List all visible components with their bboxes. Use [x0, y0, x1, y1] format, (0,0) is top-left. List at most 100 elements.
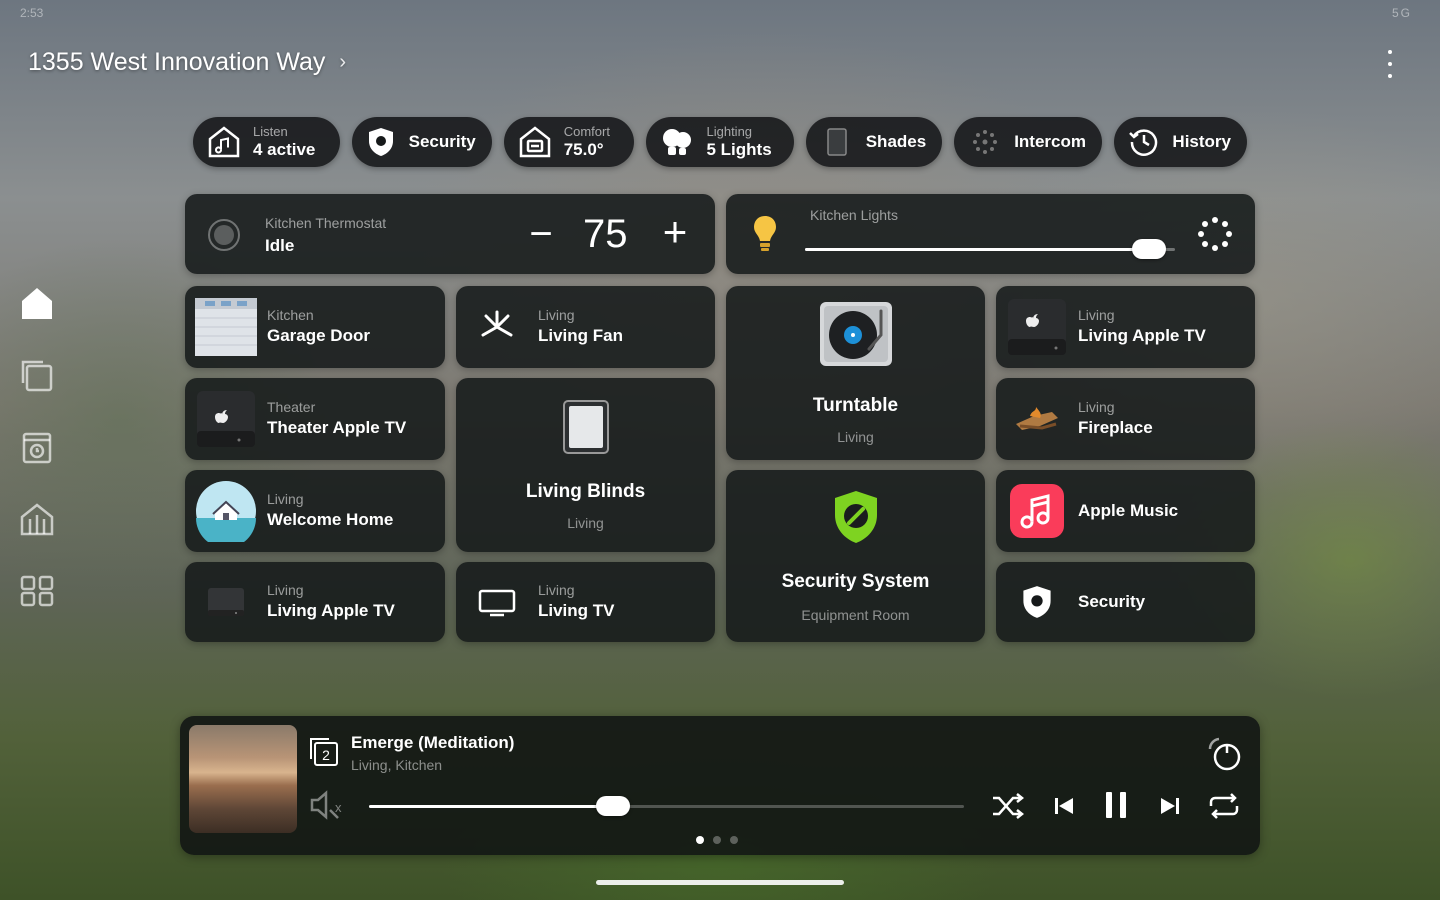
living-apple-tv-1-name: Living Apple TV [1078, 325, 1206, 345]
living-fan-tile[interactable]: Living Living Fan [456, 286, 715, 368]
turntable-room: Living [837, 429, 874, 445]
security-shield-icon [834, 491, 877, 543]
thermostat-name: Kitchen Thermostat [265, 215, 387, 231]
living-blinds-name: Living Blinds [525, 481, 646, 502]
home-icon [22, 288, 52, 319]
shuffle-icon [993, 793, 1025, 819]
temp-decrease-button[interactable]: − [521, 212, 561, 256]
speaker-group-icon: 2 [310, 738, 338, 766]
kitchen-lights-slider-handle[interactable] [1132, 239, 1167, 259]
next-track-button[interactable] [1152, 788, 1188, 824]
fireplace-tile[interactable]: Living Fireplace [996, 378, 1255, 460]
shield-icon [1006, 571, 1068, 633]
nav-schedule[interactable] [18, 428, 56, 466]
blinds-icon [562, 400, 609, 454]
pill-security[interactable]: Security [351, 117, 492, 167]
pill-comfort-value: 75.0° [563, 139, 604, 159]
garage-door-tile[interactable]: Kitchen Garage Door [185, 286, 445, 368]
status-network: 5G [1391, 6, 1412, 20]
previous-track-button[interactable] [1046, 788, 1082, 824]
home-indicator[interactable] [596, 880, 844, 885]
pill-history[interactable]: History [1114, 117, 1247, 167]
living-apple-tv-1-tile[interactable]: Living Living Apple TV [996, 286, 1255, 368]
kitchen-lights-name: Kitchen Lights [810, 207, 898, 223]
living-blinds-tile[interactable]: Living Blinds Living [456, 378, 715, 552]
tv-icon [466, 571, 528, 633]
pill-shades-label: Shades [865, 132, 927, 151]
nav-buildings[interactable] [18, 500, 56, 538]
pill-comfort[interactable]: Comfort 75.0° [503, 117, 635, 167]
pill-listen-label: Listen [253, 124, 288, 139]
fireplace-name: Fireplace [1078, 417, 1153, 437]
pause-button[interactable] [1096, 784, 1136, 826]
security-name: Security [1078, 591, 1146, 611]
side-nav [18, 284, 56, 610]
shuffle-button[interactable] [988, 788, 1028, 824]
grid-icon [20, 575, 54, 607]
garage-door-icon [195, 296, 257, 358]
status-time: 2:53 [20, 6, 44, 20]
pill-listen[interactable]: Listen 4 active [193, 117, 340, 167]
nav-rooms[interactable] [18, 356, 56, 394]
power-button[interactable] [1204, 734, 1244, 774]
repeat-button[interactable] [1204, 788, 1244, 824]
kitchen-lights-slider-fill [805, 248, 1150, 251]
thermostat-icon [518, 125, 552, 159]
more-options-icon[interactable] [1384, 50, 1396, 78]
living-apple-tv-2-room: Living [267, 582, 304, 599]
garage-door-room: Kitchen [267, 307, 314, 324]
volume-slider[interactable] [369, 796, 964, 816]
intercom-icon [968, 125, 1002, 159]
fireplace-room: Living [1078, 399, 1115, 416]
pager-dot[interactable] [713, 836, 721, 844]
kitchen-lights-slider[interactable] [805, 239, 1175, 259]
shield-icon [366, 125, 397, 159]
living-fan-room: Living [538, 307, 575, 324]
nav-home[interactable] [18, 284, 56, 322]
security-system-tile[interactable]: Security System Equipment Room [726, 470, 985, 642]
pager-dot[interactable] [696, 836, 704, 844]
theater-apple-tv-room: Theater [267, 399, 316, 416]
volume-slider-handle[interactable] [595, 796, 630, 816]
now-playing-bar[interactable]: 2 Emerge (Meditation) Living, Kitchen x [180, 716, 1260, 855]
security-tile[interactable]: Security [996, 562, 1255, 642]
fan-icon [466, 296, 528, 358]
temp-increase-button[interactable]: + [655, 208, 695, 255]
welcome-home-tile[interactable]: Living Welcome Home [185, 470, 445, 552]
mute-mark: x [335, 800, 342, 815]
pill-listen-value: 4 active [253, 139, 316, 159]
pager-dot[interactable] [730, 836, 738, 844]
calendar-clock-icon [22, 432, 52, 464]
apple-music-tile[interactable]: Apple Music [996, 470, 1255, 552]
apple-tv-box-icon [195, 571, 257, 633]
turntable-tile[interactable]: Turntable Living [726, 286, 985, 460]
album-art[interactable] [189, 725, 297, 833]
theater-apple-tv-tile[interactable]: Theater Theater Apple TV [185, 378, 445, 460]
living-blinds-room: Living [567, 515, 604, 531]
pill-intercom[interactable]: Intercom [954, 117, 1102, 167]
fireplace-icon [1006, 388, 1068, 450]
living-apple-tv-2-tile[interactable]: Living Living Apple TV [185, 562, 445, 642]
track-title: Emerge (Meditation) [351, 733, 515, 752]
nav-devices[interactable] [18, 572, 56, 610]
lightbulbs-icon [660, 125, 694, 159]
pager-dots[interactable] [696, 836, 738, 844]
power-icon [1208, 737, 1241, 771]
speaker-group-button[interactable]: 2 [306, 734, 342, 770]
thermostat-card[interactable]: Kitchen Thermostat Idle − 75 + [185, 194, 715, 274]
living-tv-tile[interactable]: Living Living TV [456, 562, 715, 642]
skip-next-icon [1161, 798, 1179, 814]
category-pill-bar: Listen 4 active Security Comfort 75.0° L… [193, 117, 1247, 167]
welcome-home-room: Living [267, 491, 304, 508]
page-title: 1355 West Innovation Way [28, 48, 326, 76]
home-title-button[interactable]: 1355 West Innovation Way › [28, 48, 346, 77]
thermostat-dial-icon [208, 219, 240, 251]
volume-slider-fill [369, 805, 613, 808]
pill-shades[interactable]: Shades [806, 117, 943, 167]
light-settings-icon[interactable] [1197, 216, 1233, 252]
kitchen-lights-card[interactable]: Kitchen Lights [726, 194, 1255, 274]
welcome-home-name: Welcome Home [267, 509, 394, 529]
pill-security-label: Security [408, 132, 476, 151]
pill-lighting[interactable]: Lighting 5 Lights [646, 117, 795, 167]
turntable-icon [819, 302, 892, 366]
